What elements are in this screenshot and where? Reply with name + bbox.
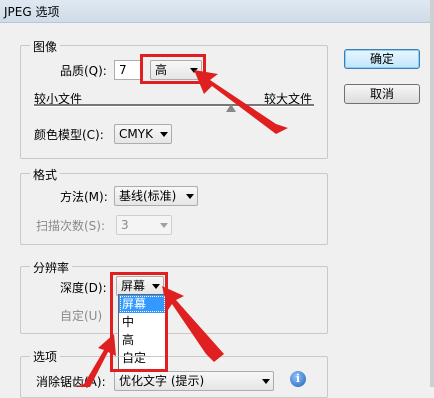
- color-model-select[interactable]: CMYK: [114, 124, 172, 144]
- color-model-value: CMYK: [119, 127, 153, 141]
- method-value: 基线(标准): [119, 189, 177, 203]
- quality-slider-thumb[interactable]: [226, 104, 236, 112]
- chevron-down-icon: [262, 379, 270, 384]
- depth-label: 深度(D):: [60, 281, 107, 295]
- chevron-down-icon: [186, 194, 194, 199]
- format-group-title: 格式: [30, 166, 61, 183]
- scans-value: 3: [121, 218, 129, 232]
- chevron-down-icon: [160, 223, 168, 228]
- scans-select: 3: [116, 215, 172, 235]
- annotation-box-depth: [110, 272, 168, 372]
- window-title: JPEG 选项: [4, 5, 60, 19]
- options-group-title: 选项: [30, 348, 61, 365]
- antialias-select[interactable]: 优化文字 (提示): [114, 371, 274, 391]
- format-group: [20, 173, 328, 245]
- quality-slider-track[interactable]: [34, 104, 314, 107]
- scans-label: 扫描次数(S):: [36, 219, 106, 233]
- quality-label: 品质(Q):: [60, 64, 107, 78]
- ok-button[interactable]: 确定: [344, 49, 420, 69]
- color-model-label: 颜色模型(C):: [34, 128, 104, 142]
- annotation-box-quality: [140, 54, 206, 84]
- info-icon[interactable]: i: [290, 371, 306, 387]
- title-bar: JPEG 选项: [0, 0, 434, 23]
- window-edge: [430, 0, 434, 387]
- method-label: 方法(M):: [60, 190, 108, 204]
- image-group-title: 图像: [30, 38, 61, 55]
- antialias-label: 消除锯齿(A):: [36, 375, 106, 389]
- method-select[interactable]: 基线(标准): [114, 186, 198, 206]
- quality-input[interactable]: 7: [114, 60, 142, 80]
- resolution-group-title: 分辨率: [30, 259, 73, 276]
- chevron-down-icon: [160, 132, 168, 137]
- cancel-button[interactable]: 取消: [344, 84, 420, 104]
- antialias-value: 优化文字 (提示): [119, 374, 205, 388]
- custom-label: 自定(U): [60, 309, 103, 323]
